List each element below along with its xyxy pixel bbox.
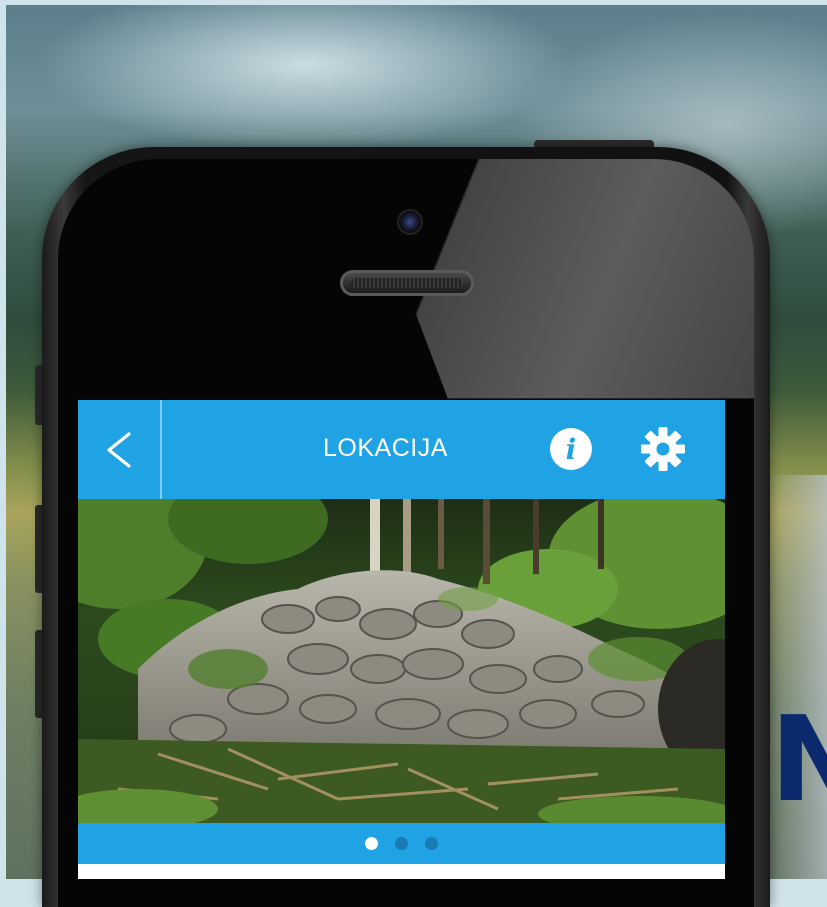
top-navigation-bar: LOKACIJA i xyxy=(78,400,725,499)
forest-stone-ruin-image xyxy=(78,499,725,823)
info-icon: i xyxy=(565,432,577,466)
earpiece-speaker xyxy=(340,270,474,296)
back-button[interactable] xyxy=(78,400,162,499)
info-button[interactable]: i xyxy=(550,428,592,470)
chevron-left-icon xyxy=(107,431,131,468)
location-photo[interactable] xyxy=(78,499,725,823)
carousel-pagination xyxy=(78,823,725,864)
gear-icon xyxy=(641,427,685,471)
brand-letter: N xyxy=(770,690,827,828)
carousel-dot-1[interactable] xyxy=(365,837,378,850)
carousel-dot-3[interactable] xyxy=(425,837,438,850)
app-screen: LOKACIJA i xyxy=(78,400,725,879)
content-area xyxy=(78,864,725,879)
carousel-dot-2[interactable] xyxy=(395,837,408,850)
settings-button[interactable] xyxy=(640,426,686,472)
page-title: LOKACIJA xyxy=(323,434,448,462)
front-camera xyxy=(397,209,423,235)
